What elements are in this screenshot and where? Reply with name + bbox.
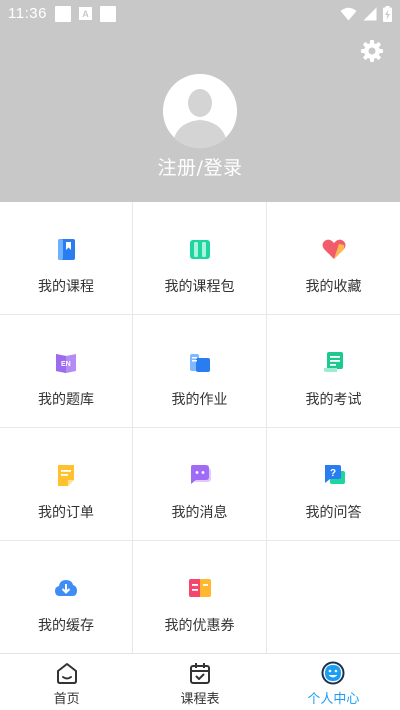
my-exam-item[interactable]: 我的考试: [267, 315, 400, 428]
empty-grid-cell: [267, 541, 400, 654]
home-icon: [56, 663, 77, 684]
settings-gear-icon[interactable]: [360, 39, 384, 63]
my-cache-label: 我的缓存: [38, 618, 94, 634]
exam-scroll-icon: [323, 352, 343, 372]
default-avatar-icon: [163, 74, 237, 148]
status-time: 11:36: [8, 5, 47, 22]
question-bank-icon: EN: [56, 354, 76, 373]
bottom-nav: 首页 课程表 个人中心: [0, 653, 400, 710]
my-favorites-label: 我的收藏: [305, 279, 362, 295]
signal-icon: [363, 7, 377, 20]
my-exam-label: 我的考试: [305, 392, 362, 408]
notification-icon: [99, 5, 116, 22]
login-register-link[interactable]: 注册/登录: [0, 153, 400, 180]
my-homework-item[interactable]: 我的作业: [133, 315, 267, 428]
my-question-bank-item[interactable]: EN 我的题库: [0, 315, 133, 428]
notification-icon: [54, 5, 71, 22]
qa-icon-text: ?: [330, 468, 336, 479]
message-chat-icon: [190, 465, 211, 484]
a-notification-icon: A: [78, 7, 92, 20]
favorite-heart-icon: [322, 239, 345, 259]
my-orders-item[interactable]: 我的订单: [0, 428, 133, 541]
my-courses-item[interactable]: 我的课程: [0, 202, 133, 315]
battery-charging-icon: [383, 5, 392, 22]
nav-schedule[interactable]: 课程表: [133, 654, 266, 710]
cloud-download-icon: [55, 580, 77, 596]
nav-home-label: 首页: [53, 692, 80, 707]
my-courses-label: 我的课程: [38, 279, 94, 295]
my-orders-label: 我的订单: [38, 505, 94, 521]
course-package-icon: [189, 240, 210, 259]
profile-header: 注册/登录: [0, 27, 400, 202]
avatar[interactable]: [163, 74, 237, 148]
my-favorites-item[interactable]: 我的收藏: [267, 202, 400, 315]
my-cache-item[interactable]: 我的缓存: [0, 541, 133, 654]
wifi-icon: [340, 7, 357, 20]
course-book-icon: [58, 239, 75, 260]
nav-schedule-label: 课程表: [180, 692, 220, 707]
my-question-bank-label: 我的题库: [38, 392, 94, 408]
my-messages-label: 我的消息: [171, 505, 228, 521]
nav-profile-label: 个人中心: [307, 692, 360, 707]
my-qa-item[interactable]: ? 我的问答: [267, 428, 400, 541]
my-qa-label: 我的问答: [305, 505, 362, 521]
nav-profile[interactable]: 个人中心: [267, 654, 400, 710]
my-messages-item[interactable]: 我的消息: [133, 428, 267, 541]
my-coupons-item[interactable]: 我的优惠券: [133, 541, 267, 654]
feature-grid: 我的课程 我的课程包 我的收藏 EN 我的题库 我的作业 我的考试 我的订单 我…: [0, 202, 400, 654]
my-course-package-item[interactable]: 我的课程包: [133, 202, 267, 315]
question-bank-icon-text: EN: [61, 361, 71, 368]
profile-smile-icon: [321, 661, 345, 685]
my-homework-label: 我的作业: [171, 392, 228, 408]
coupon-icon: [188, 579, 211, 597]
homework-icon: [189, 354, 210, 372]
my-course-package-label: 我的课程包: [164, 279, 235, 295]
my-coupons-label: 我的优惠券: [164, 618, 235, 634]
qa-icon: ?: [324, 465, 345, 484]
status-bar: 11:36 A: [0, 0, 400, 27]
calendar-icon: [189, 663, 210, 684]
order-icon: [58, 465, 74, 486]
nav-home[interactable]: 首页: [0, 654, 133, 710]
